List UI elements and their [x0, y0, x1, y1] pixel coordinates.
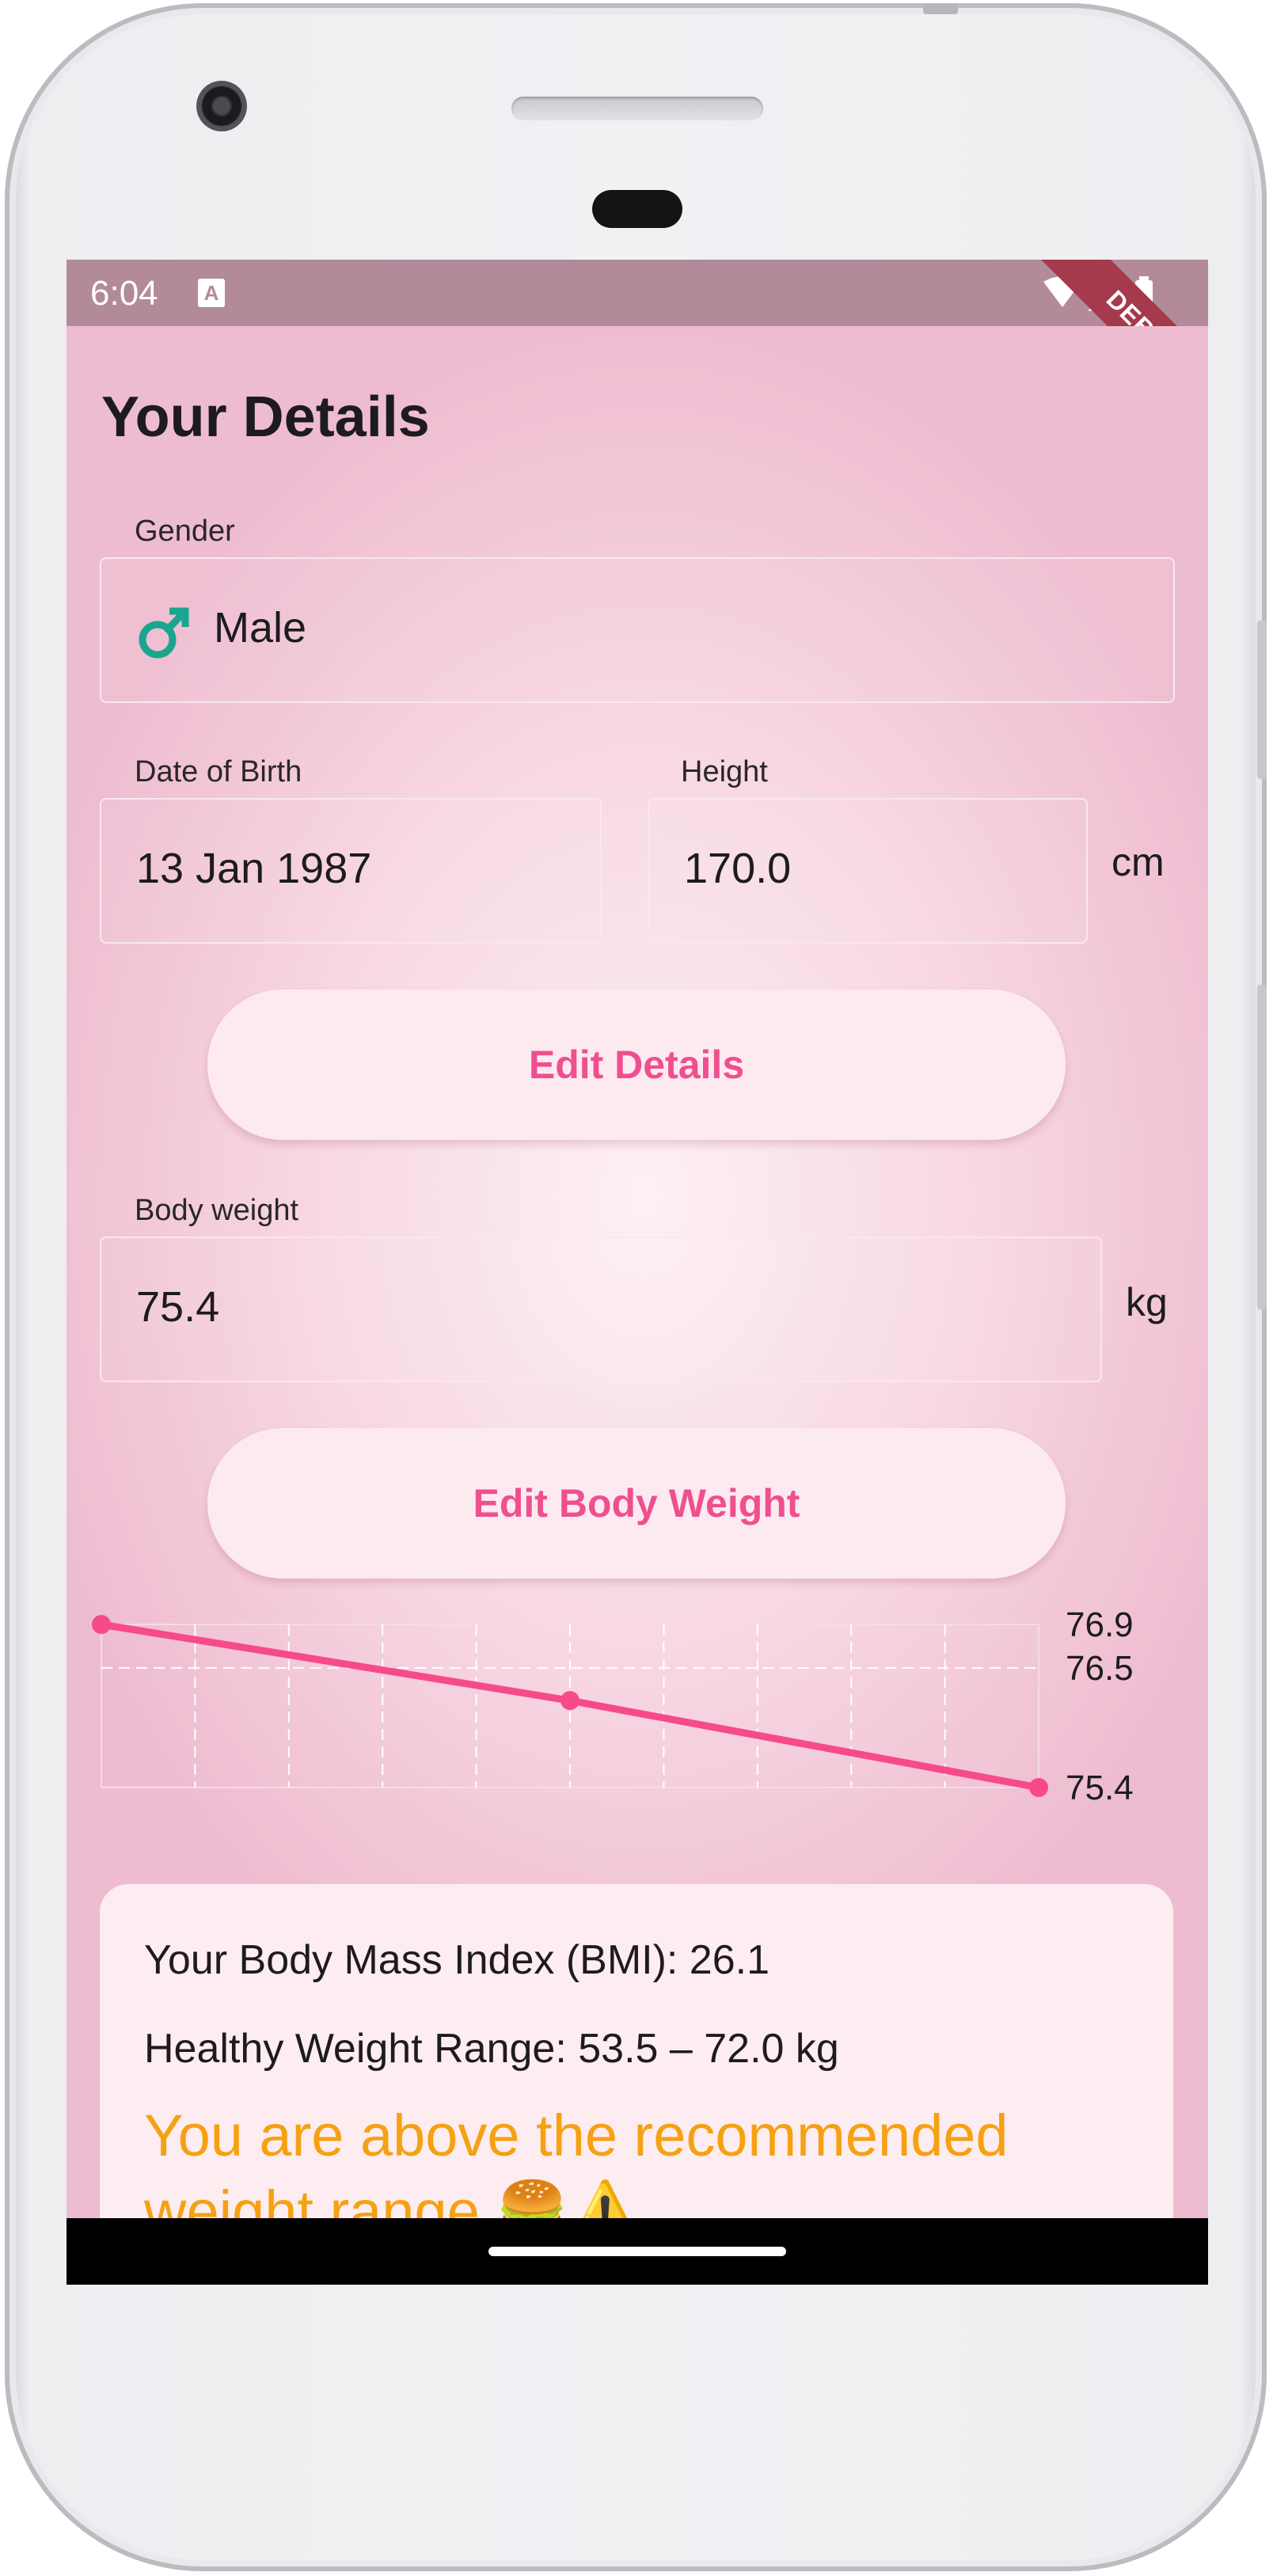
dob-value: 13 Jan 1987	[136, 845, 372, 892]
bmi-warning-text: You are above the recommended weight ran…	[144, 2103, 1009, 2218]
front-camera	[196, 81, 247, 131]
chart-y-tick-label: 76.9	[1066, 1605, 1134, 1644]
bmi-index-text: Your Body Mass Index (BMI): 26.1	[144, 1937, 770, 1983]
notification-a-icon: A	[198, 279, 225, 307]
body-weight-label: Body weight	[135, 1194, 299, 1227]
navigation-bar	[66, 2218, 1208, 2285]
male-symbol-icon	[139, 607, 189, 659]
edit-body-weight-button[interactable]: Edit Body Weight	[207, 1428, 1066, 1579]
healthy-range-text: Healthy Weight Range: 53.5 – 72.0 kg	[144, 2026, 839, 2072]
bmi-card: Your Body Mass Index (BMI): 26.1 Healthy…	[100, 1884, 1173, 2218]
status-bar: 6:04 A DEBUG	[66, 260, 1208, 453]
body-weight-unit: kg	[1126, 1280, 1168, 1324]
weight-chart: 76.9 76.5 75.4	[92, 1605, 1134, 1807]
details-page: Your Details Gender Male Date of Birth 1…	[66, 326, 1208, 2218]
gender-label: Gender	[135, 515, 235, 548]
height-field[interactable]: 170.0	[648, 798, 1088, 944]
chart-point	[92, 1615, 111, 1634]
page-title: Your Details	[101, 386, 430, 449]
earpiece-speaker	[511, 97, 763, 120]
status-time: 6:04	[90, 274, 158, 313]
chart-y-tick-label: 76.5	[1066, 1649, 1134, 1688]
edit-details-button[interactable]: Edit Details	[207, 990, 1066, 1140]
body-weight-value: 75.4	[136, 1283, 220, 1331]
chart-y-tick-label: 75.4	[1066, 1769, 1134, 1807]
height-label: Height	[681, 755, 768, 788]
gender-value: Male	[214, 604, 307, 652]
phone-frame: 6:04 A DEBUG Your Details Gender Mal	[5, 3, 1267, 2571]
home-gesture-handle[interactable]	[488, 2247, 786, 2256]
height-unit: cm	[1112, 840, 1165, 884]
volume-button	[1257, 985, 1267, 1309]
top-button	[923, 3, 958, 14]
screen: 6:04 A DEBUG Your Details Gender Mal	[66, 260, 1208, 2285]
chart-point	[1029, 1778, 1048, 1797]
power-button	[1257, 621, 1267, 779]
gender-field[interactable]: Male	[100, 557, 1175, 703]
dob-field[interactable]: 13 Jan 1987	[100, 798, 602, 944]
proximity-sensor	[592, 190, 682, 228]
chart-point	[560, 1691, 580, 1711]
body-weight-field[interactable]: 75.4	[100, 1237, 1102, 1382]
dob-label: Date of Birth	[135, 755, 302, 788]
height-value: 170.0	[684, 845, 792, 892]
